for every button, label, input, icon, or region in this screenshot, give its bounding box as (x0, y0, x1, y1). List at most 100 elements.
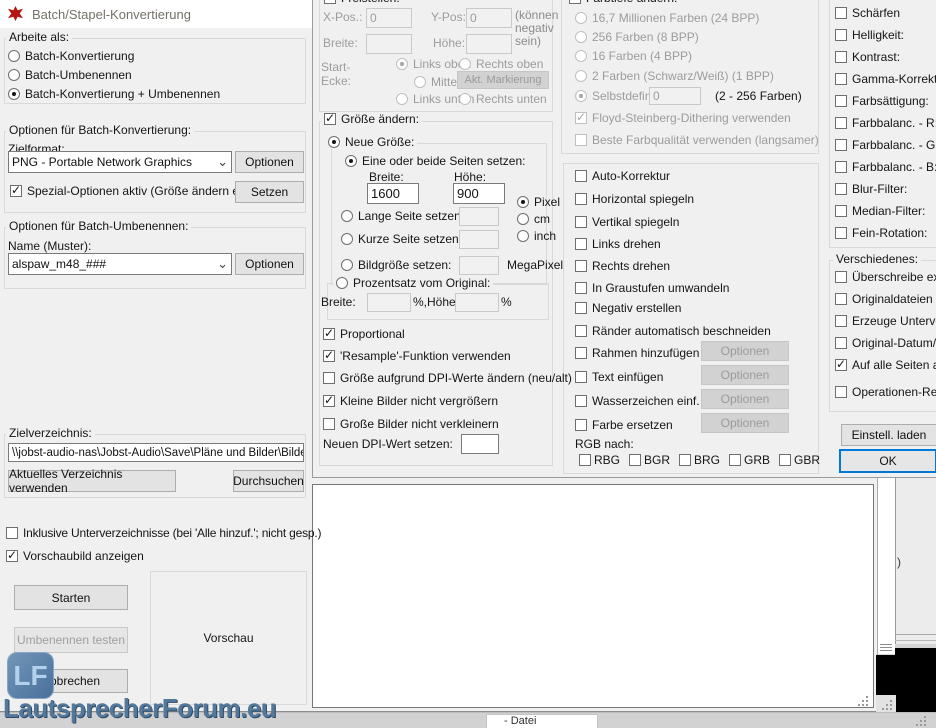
radio-unit-inch[interactable]: inch (517, 230, 556, 243)
rahmen-options-button[interactable]: Optionen (701, 341, 789, 361)
checkbox-blur-filter[interactable]: Blur-Filter: (835, 183, 907, 196)
checkbox-unterverzeichnis[interactable]: Erzeuge Unterverz (835, 315, 936, 328)
radio-1bpp[interactable]: 2 Farben (Schwarz/Weiß) (1 BPP) (575, 70, 774, 83)
checkbox-auto-korrektur[interactable]: Auto-Korrektur (575, 170, 670, 183)
radio-batch-konvertierung[interactable]: Batch-Konvertierung (8, 50, 134, 63)
checkbox-grb[interactable]: GRB (729, 454, 770, 467)
checkbox-farbe-ersetzen[interactable]: Farbe ersetzen (575, 419, 673, 432)
checkbox-rechts-drehen[interactable]: Rechts drehen (575, 260, 670, 273)
radio-4bpp[interactable]: 16 Farben (4 BPP) (575, 50, 692, 63)
checkbox-kontrast[interactable]: Kontrast: (835, 51, 900, 64)
checkbox-no-shrink[interactable]: Große Bilder nicht verkleinern (323, 418, 499, 431)
checkbox-vertikal-spiegeln[interactable]: Vertikal spiegeln (575, 216, 679, 229)
target-dir-input[interactable]: \\jobst-audio-nas\Jobst-Audio\Save\Pläne… (8, 443, 304, 462)
radio-corner-mitte[interactable]: Mitte (414, 76, 457, 89)
resize-width-input[interactable]: 1600 (367, 183, 419, 204)
crop-height-input[interactable] (466, 34, 512, 54)
radio-label: 2 Farben (Schwarz/Weiß) (1 BPP) (592, 70, 774, 83)
load-settings-button[interactable]: Einstell. laden (841, 424, 936, 446)
checkbox-resample[interactable]: 'Resample'-Funktion verwenden (323, 350, 511, 363)
xpos-input[interactable]: 0 (366, 8, 412, 28)
farbe-options-button[interactable]: Optionen (701, 413, 789, 433)
checkbox-alle-seiten[interactable]: Auf alle Seiten anw (835, 359, 936, 372)
checkbox-gbr[interactable]: GBR (779, 454, 820, 467)
radio-image-size[interactable]: Bildgröße setzen: (341, 259, 451, 272)
checkbox-include-subdirs[interactable]: Inklusive Unterverzeichnisse (bei 'Alle … (6, 527, 321, 540)
target-format-select[interactable]: PNG - Portable Network Graphics ⌄ (8, 151, 232, 173)
use-current-dir-button[interactable]: Aktuelles Verzeichnis verwenden (8, 470, 176, 492)
checkbox-show-preview[interactable]: Vorschaubild anzeigen (6, 550, 144, 563)
short-side-input[interactable] (459, 230, 499, 249)
checkbox-negativ[interactable]: Negativ erstellen (575, 302, 681, 315)
radio-batch-umbenennen[interactable]: Batch-Umbenennen (8, 69, 132, 82)
checkbox-special-options[interactable]: Spezial-Optionen aktiv (Größe ändern etc… (10, 185, 256, 198)
checkbox-farbbalance-r[interactable]: Farbbalanc. - R: (835, 117, 936, 130)
radio-corner-rechts-oben[interactable]: Rechts oben (459, 58, 543, 71)
checkbox-raender-beschneiden[interactable]: Ränder automatisch beschneiden (575, 325, 771, 338)
checkbox-crop[interactable]: Freistellen: (321, 0, 403, 5)
checkbox-color-depth[interactable]: Farbtiefe ändern: (566, 0, 680, 5)
custom-colors-input[interactable]: 0 (649, 87, 701, 105)
checkbox-farbsaettigung[interactable]: Farbsättigung: (835, 95, 929, 108)
radio-short-side[interactable]: Kurze Seite setzen: (341, 233, 462, 246)
checkbox-original-datum[interactable]: Original-Datum/Ze (835, 337, 936, 350)
ypos-input[interactable]: 0 (466, 8, 512, 28)
radio-percent[interactable]: Prozentsatz vom Original: (333, 277, 493, 290)
checkbox-no-enlarge[interactable]: Kleine Bilder nicht vergrößern (323, 395, 498, 408)
checkbox-wasserzeichen[interactable]: Wasserzeichen einf. (575, 395, 700, 408)
checkbox-farbbalance-g[interactable]: Farbbalanc. - G: (835, 139, 936, 152)
start-button[interactable]: Starten (14, 585, 128, 610)
resize-height-input[interactable]: 900 (453, 183, 505, 204)
long-side-input[interactable] (459, 207, 499, 226)
crop-width-input[interactable] (366, 34, 412, 54)
checkbox-originaldateien[interactable]: Originaldateien lös (835, 293, 936, 306)
current-selection-button[interactable]: Akt. Markierung (457, 71, 549, 89)
checkbox-text-einfuegen[interactable]: Text einfügen (575, 371, 663, 384)
test-rename-button[interactable]: Umbenennen testen (14, 627, 128, 653)
checkbox-floyd-steinberg[interactable]: Floyd-Steinberg-Dithering verwenden (575, 112, 791, 125)
checkbox-best-quality[interactable]: Beste Farbqualität verwenden (langsamer) (575, 134, 819, 147)
radio-24bpp[interactable]: 16,7 Millionen Farben (24 BPP) (575, 12, 759, 25)
name-pattern-select[interactable]: alspaw_m48_### ⌄ (8, 253, 232, 275)
checkbox-horizontal-spiegeln[interactable]: Horizontal spiegeln (575, 193, 694, 206)
checkbox-farbbalance-b[interactable]: Farbbalanc. - B: (835, 161, 936, 174)
checkbox-median-filter[interactable]: Median-Filter: (835, 205, 925, 218)
radio-set-sides[interactable]: Eine oder beide Seiten setzen: (345, 155, 525, 168)
pct-height-input[interactable] (455, 293, 499, 312)
checkbox-ueberschreibe[interactable]: Überschreibe exist (835, 271, 936, 284)
browse-button[interactable]: Durchsuchen (233, 470, 304, 492)
checkbox-resize[interactable]: Größe ändern: (321, 113, 422, 126)
wasserzeichen-options-button[interactable]: Optionen (701, 389, 789, 409)
radio-corner-rechts-unten[interactable]: Rechts unten (459, 93, 547, 106)
checkbox-graustufen[interactable]: In Graustufen umwandeln (575, 282, 729, 295)
checkbox-rbg[interactable]: RBG (579, 454, 620, 467)
resize-grip[interactable] (866, 704, 868, 706)
checkbox-operationen-reihe[interactable]: Operationen-Reihe (835, 386, 936, 399)
checkbox-fein-rotation[interactable]: Fein-Rotation: (835, 227, 927, 240)
checkbox-dpi-resize[interactable]: Größe aufgrund DPI-Werte ändern (neu/alt… (323, 372, 572, 385)
checkbox-schaerfen[interactable]: Schärfen (835, 7, 900, 20)
checkbox-links-drehen[interactable]: Links drehen (575, 238, 661, 251)
image-size-input[interactable] (459, 256, 499, 275)
radio-unit-pixel[interactable]: Pixel (517, 196, 560, 209)
radio-circle (328, 136, 340, 148)
checkbox-rahmen[interactable]: Rahmen hinzufügen (575, 347, 699, 360)
checkbox-gamma[interactable]: Gamma-Korrektur: (835, 73, 936, 86)
set-button[interactable]: Setzen (235, 181, 304, 203)
checkbox-brg[interactable]: BRG (679, 454, 720, 467)
radio-batch-konvertierung-umbenennen[interactable]: Batch-Konvertierung + Umbenennen (8, 88, 220, 101)
radio-unit-cm[interactable]: cm (517, 213, 550, 226)
text-options-button[interactable]: Optionen (701, 365, 789, 385)
radio-8bpp[interactable]: 256 Farben (8 BPP) (575, 31, 699, 44)
checkbox-helligkeit[interactable]: Helligkeit: (835, 29, 904, 42)
pct-width-input[interactable] (367, 293, 411, 312)
rename-options-button[interactable]: Optionen (235, 253, 304, 275)
radio-new-size[interactable]: Neue Größe: (325, 136, 417, 149)
checkbox-bgr[interactable]: BGR (629, 454, 670, 467)
dpi-input[interactable] (461, 434, 499, 454)
file-list[interactable] (312, 484, 874, 708)
radio-long-side[interactable]: Lange Seite setzen: (341, 210, 464, 223)
checkbox-proportional[interactable]: Proportional (323, 328, 405, 341)
format-options-button[interactable]: Optionen (235, 151, 304, 173)
ok-button[interactable]: OK (839, 449, 936, 473)
